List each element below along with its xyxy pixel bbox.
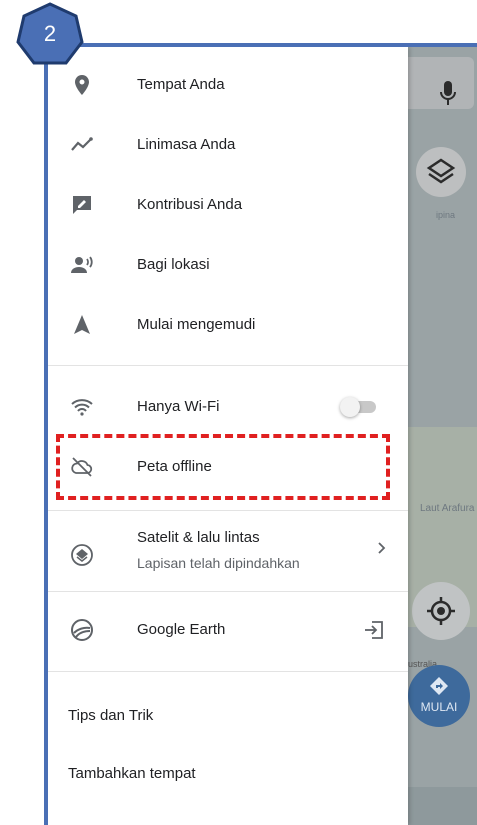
menu-item-label: Kontribusi Anda — [137, 196, 243, 213]
navigation-drawer: Tempat Anda Linimasa Anda Kontribusi And… — [48, 47, 408, 825]
navigation-arrow-icon — [70, 313, 94, 337]
directions-icon — [430, 677, 448, 695]
menu-item-contributions[interactable]: Kontribusi Anda — [48, 175, 408, 235]
menu-item-your-places[interactable]: Tempat Anda — [48, 55, 408, 115]
menu-item-label: Tempat Anda — [137, 76, 225, 93]
menu-item-start-driving[interactable]: Mulai mengemudi — [48, 295, 408, 355]
start-label: MULAI — [420, 700, 458, 714]
menu-item-label: Bagi lokasi — [137, 256, 210, 273]
menu-item-label: Hanya Wi-Fi — [137, 398, 220, 415]
microphone-icon[interactable] — [440, 81, 456, 107]
toggle-knob — [340, 397, 360, 417]
layers-button[interactable] — [416, 147, 466, 197]
menu-item-label: Google Earth — [137, 621, 226, 638]
step-number: 2 — [43, 21, 57, 46]
crosshair-icon — [427, 597, 455, 625]
menu-item-label: Satelit & lalu lintas — [137, 529, 260, 546]
menu-item-label: Linimasa Anda — [137, 136, 236, 153]
menu-item-sublabel: Lapisan telah dipindahkan — [137, 555, 300, 571]
contribute-icon — [70, 193, 94, 217]
menu-divider — [48, 671, 408, 672]
menu-item-add-place[interactable]: Tambahkan tempat — [68, 765, 196, 782]
menu-item-satellite-traffic[interactable]: Satelit & lalu lintas Lapisan telah dipi… — [48, 519, 408, 591]
menu-item-wifi-only[interactable]: Hanya Wi-Fi — [48, 377, 408, 437]
my-location-button[interactable] — [412, 582, 470, 640]
menu-divider — [48, 510, 408, 511]
chevron-right-icon — [378, 542, 386, 554]
location-pin-icon — [70, 73, 94, 97]
search-bar[interactable] — [408, 57, 474, 109]
map-place-label: ipina — [436, 210, 456, 220]
menu-divider — [48, 365, 408, 366]
frame-left-border — [44, 43, 48, 825]
wifi-only-toggle[interactable] — [340, 397, 376, 417]
cloud-off-icon — [70, 455, 94, 479]
map-area[interactable]: ipina Laut Arafura ustralia MULAI — [408, 47, 477, 825]
menu-divider — [48, 591, 408, 592]
map-sea-label: Laut Arafura — [420, 503, 475, 514]
share-location-icon — [70, 253, 94, 277]
layers-icon — [70, 543, 94, 567]
google-earth-icon — [70, 618, 94, 642]
layers-icon — [426, 158, 456, 184]
menu-item-offline-maps[interactable]: Peta offline — [48, 437, 408, 497]
step-badge: 2 — [16, 2, 84, 66]
start-navigation-button[interactable]: MULAI — [408, 665, 470, 727]
timeline-icon — [70, 133, 94, 157]
menu-item-label: Mulai mengemudi — [137, 316, 256, 333]
open-external-icon — [365, 621, 383, 639]
frame-top-border — [48, 43, 477, 47]
wifi-icon — [70, 395, 94, 419]
menu-item-label: Peta offline — [137, 458, 212, 475]
menu-item-timeline[interactable]: Linimasa Anda — [48, 115, 408, 175]
map-bottom-strip — [408, 787, 477, 825]
menu-item-share-location[interactable]: Bagi lokasi — [48, 235, 408, 295]
menu-item-tips[interactable]: Tips dan Trik — [68, 707, 153, 724]
menu-item-google-earth[interactable]: Google Earth — [48, 600, 408, 660]
